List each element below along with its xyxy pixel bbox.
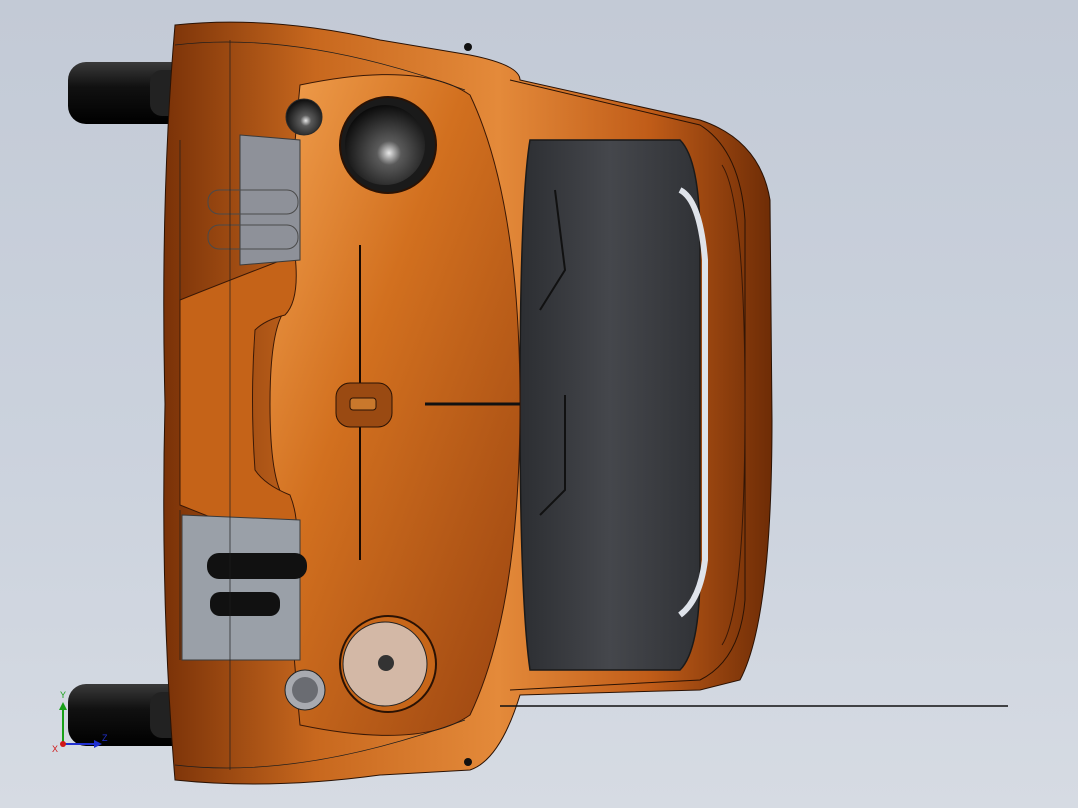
cad-viewport[interactable]: Y Z X: [0, 0, 1078, 808]
side-mirror-lower: [207, 553, 307, 579]
x-axis-label: X: [52, 744, 58, 754]
axis-triad: Y Z X: [52, 690, 108, 754]
car-model-render[interactable]: [0, 0, 1078, 808]
x-axis-dot: [60, 741, 66, 747]
z-axis-label: Z: [102, 733, 108, 743]
windshield: [519, 139, 701, 671]
y-axis-label: Y: [60, 690, 66, 700]
